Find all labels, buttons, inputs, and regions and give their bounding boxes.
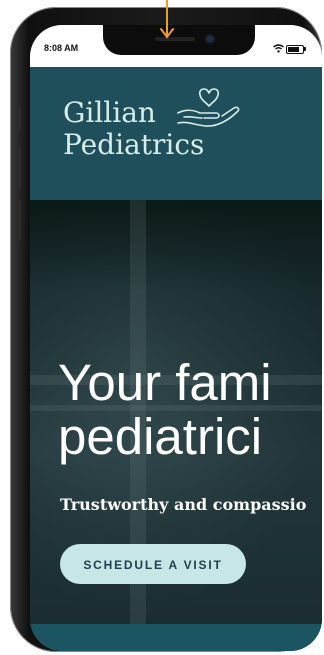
status-bar: 8:08 AM [30,25,322,67]
next-section-strip [30,624,322,651]
mockup-stage: 8:08 AM Gillian Pediatrics Your fami ped… [0,0,324,655]
phone-frame: 8:08 AM Gillian Pediatrics Your fami ped… [10,7,322,652]
status-time: 8:08 AM [44,43,79,53]
front-camera [206,35,214,43]
mute-switch [16,107,21,131]
battery-tip [304,47,306,51]
volume-down-button [16,199,21,241]
battery-icon [286,45,304,54]
headline-line-1: Your fami [58,354,272,411]
hero-headline: Your fami pediatrici [58,356,322,464]
wifi-icon [273,44,284,56]
battery-level [288,47,299,52]
site-header: Gillian Pediatrics [30,67,322,200]
hero-section: Your fami pediatrici Trustworthy and com… [30,200,322,624]
hero-subheadline: Trustworthy and compassio [60,495,307,514]
phone-screen: 8:08 AM Gillian Pediatrics Your fami ped… [30,25,322,651]
heart-hand-icon [177,88,240,127]
headline-line-2: pediatrici [58,408,263,465]
schedule-visit-button[interactable]: SCHEDULE A VISIT [60,544,246,584]
notch [103,25,255,55]
arrow-down-icon [160,0,174,39]
volume-up-button [16,147,21,189]
